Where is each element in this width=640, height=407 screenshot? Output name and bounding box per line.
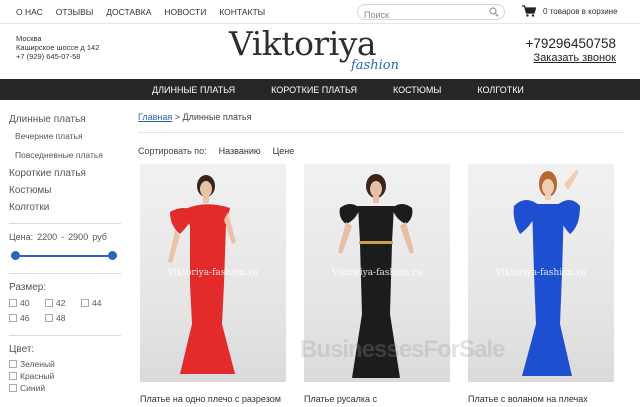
- sort-bar: Сортировать по: Названию Цене: [138, 146, 294, 156]
- sidebar: Длинные платья Вечерние платья Повседнев…: [9, 110, 121, 393]
- color-label: Цвет:: [9, 344, 35, 355]
- color-value: Зеленый: [20, 359, 55, 369]
- sidebar-sub-evening[interactable]: Вечерние платья: [9, 131, 121, 141]
- overlay-watermark: BusinessesForSale: [300, 336, 505, 363]
- color-checkbox[interactable]: [9, 372, 17, 380]
- header-phone: +79296450758: [525, 36, 616, 51]
- price-separator: -: [61, 232, 65, 242]
- product-title[interactable]: Платье с воланом на плечах: [468, 394, 618, 404]
- color-filter: Зеленый Красный Синий: [9, 359, 121, 393]
- size-value: 40: [20, 298, 30, 308]
- size-option-40[interactable]: 40: [9, 298, 45, 308]
- price-slider[interactable]: [11, 251, 117, 261]
- breadcrumb-home[interactable]: Главная: [138, 112, 172, 122]
- sidebar-cat-suits[interactable]: Костюмы: [9, 185, 121, 196]
- price-label: Цена:: [9, 232, 34, 242]
- topnav-news-link[interactable]: НОВОСТИ: [164, 7, 206, 17]
- price-slider-max-handle[interactable]: [108, 251, 117, 260]
- search-box: [357, 4, 505, 22]
- search-icon[interactable]: [489, 7, 499, 17]
- product-title[interactable]: Платье русалка с: [304, 394, 454, 404]
- contact-phone: +7 (929) 645-07-58: [16, 52, 81, 61]
- sidebar-cat-tights[interactable]: Колготки: [9, 202, 121, 213]
- contact-city: Москва: [16, 34, 42, 43]
- price-unit: руб: [92, 232, 107, 242]
- mainnav-suits[interactable]: КОСТЮМЫ: [393, 85, 441, 95]
- site-logo[interactable]: Viktoriya fashion: [229, 24, 419, 74]
- color-checkbox[interactable]: [9, 384, 17, 392]
- color-option-blue[interactable]: Синий: [9, 383, 121, 393]
- size-option-44[interactable]: 44: [81, 298, 117, 308]
- color-option-red[interactable]: Красный: [9, 371, 121, 381]
- image-watermark: Viktoriya-fashion.ru: [167, 268, 259, 278]
- sidebar-cat-short[interactable]: Короткие платья: [9, 168, 121, 179]
- top-nav: О НАС ОТЗЫВЫ ДОСТАВКА НОВОСТИ КОНТАКТЫ: [16, 7, 265, 17]
- mainnav-tights[interactable]: КОЛГОТКИ: [477, 85, 524, 95]
- store-contacts: Москва Каширское шоссе д 142 +7 (929) 64…: [16, 34, 99, 61]
- price-min[interactable]: 2200: [37, 232, 57, 242]
- size-checkbox[interactable]: [45, 299, 53, 307]
- cart-text: 0 товаров в корзине: [543, 6, 618, 16]
- sidebar-cat-long[interactable]: Длинные платья: [9, 114, 121, 125]
- size-checkbox[interactable]: [9, 314, 17, 322]
- image-watermark: Viktoriya-fashion.ru: [331, 268, 423, 278]
- breadcrumb-current: Длинные платья: [182, 112, 252, 122]
- sort-label: Сортировать по:: [138, 146, 207, 156]
- mainnav-short-dresses[interactable]: КОРОТКИЕ ПЛАТЬЯ: [271, 85, 357, 95]
- size-value: 42: [56, 298, 66, 308]
- search-input[interactable]: [358, 8, 483, 22]
- content-divider: [138, 132, 624, 133]
- size-checkbox[interactable]: [81, 299, 89, 307]
- breadcrumb-separator: >: [172, 112, 183, 122]
- product-card[interactable]: Viktoriya-fashion.ru Платье на одно плеч…: [140, 164, 290, 404]
- size-value: 48: [56, 313, 66, 323]
- sort-by-name[interactable]: Названию: [219, 146, 261, 156]
- product-title[interactable]: Платье на одно плечо с разрезом: [140, 394, 290, 404]
- topnav-delivery-link[interactable]: ДОСТАВКА: [106, 7, 151, 17]
- color-option-green[interactable]: Зеленый: [9, 359, 121, 369]
- size-checkbox[interactable]: [9, 299, 17, 307]
- sidebar-divider: [9, 273, 121, 274]
- color-value: Синий: [20, 383, 46, 393]
- size-checkbox[interactable]: [45, 314, 53, 322]
- sidebar-sub-casual[interactable]: Повседневные платья: [9, 150, 121, 160]
- contact-address: Каширское шоссе д 142: [16, 43, 100, 52]
- size-value: 44: [92, 298, 102, 308]
- size-value: 46: [20, 313, 30, 323]
- price-slider-min-handle[interactable]: [11, 251, 20, 260]
- price-filter: Цена: 2200 - 2900 руб: [9, 232, 121, 242]
- sidebar-divider: [9, 223, 121, 224]
- logo-sub-text: fashion: [351, 58, 399, 73]
- sidebar-divider: [9, 335, 121, 336]
- breadcrumb: Главная > Длинные платья: [138, 112, 251, 122]
- sort-by-price[interactable]: Цене: [273, 146, 295, 156]
- cart-icon: [522, 5, 536, 17]
- image-watermark: Viktoriya-fashion.ru: [495, 268, 587, 278]
- product-image[interactable]: Viktoriya-fashion.ru: [140, 164, 286, 382]
- top-bar: О НАС ОТЗЫВЫ ДОСТАВКА НОВОСТИ КОНТАКТЫ 0…: [0, 0, 640, 24]
- callback-link[interactable]: Заказать звонок: [534, 52, 616, 64]
- size-filter: 40 42 44 46 48: [9, 298, 121, 323]
- topnav-about-link[interactable]: О НАС: [16, 7, 43, 17]
- price-max[interactable]: 2900: [68, 232, 88, 242]
- size-option-42[interactable]: 42: [45, 298, 81, 308]
- product-card[interactable]: Viktoriya-fashion.ru Платье с воланом на…: [468, 164, 618, 404]
- topnav-contacts-link[interactable]: КОНТАКТЫ: [219, 7, 265, 17]
- price-slider-track: [11, 255, 117, 257]
- mainnav-long-dresses[interactable]: ДЛИННЫЕ ПЛАТЬЯ: [152, 85, 235, 95]
- color-value: Красный: [20, 371, 55, 381]
- size-label: Размер:: [9, 282, 47, 293]
- size-option-46[interactable]: 46: [9, 313, 45, 323]
- main-nav: ДЛИННЫЕ ПЛАТЬЯ КОРОТКИЕ ПЛАТЬЯ КОСТЮМЫ К…: [0, 79, 640, 100]
- cart-link[interactable]: 0 товаров в корзине: [522, 5, 618, 17]
- product-card[interactable]: Viktoriya-fashion.ru Платье русалка с: [304, 164, 454, 404]
- color-checkbox[interactable]: [9, 360, 17, 368]
- size-option-48[interactable]: 48: [45, 313, 81, 323]
- topnav-reviews-link[interactable]: ОТЗЫВЫ: [56, 7, 94, 17]
